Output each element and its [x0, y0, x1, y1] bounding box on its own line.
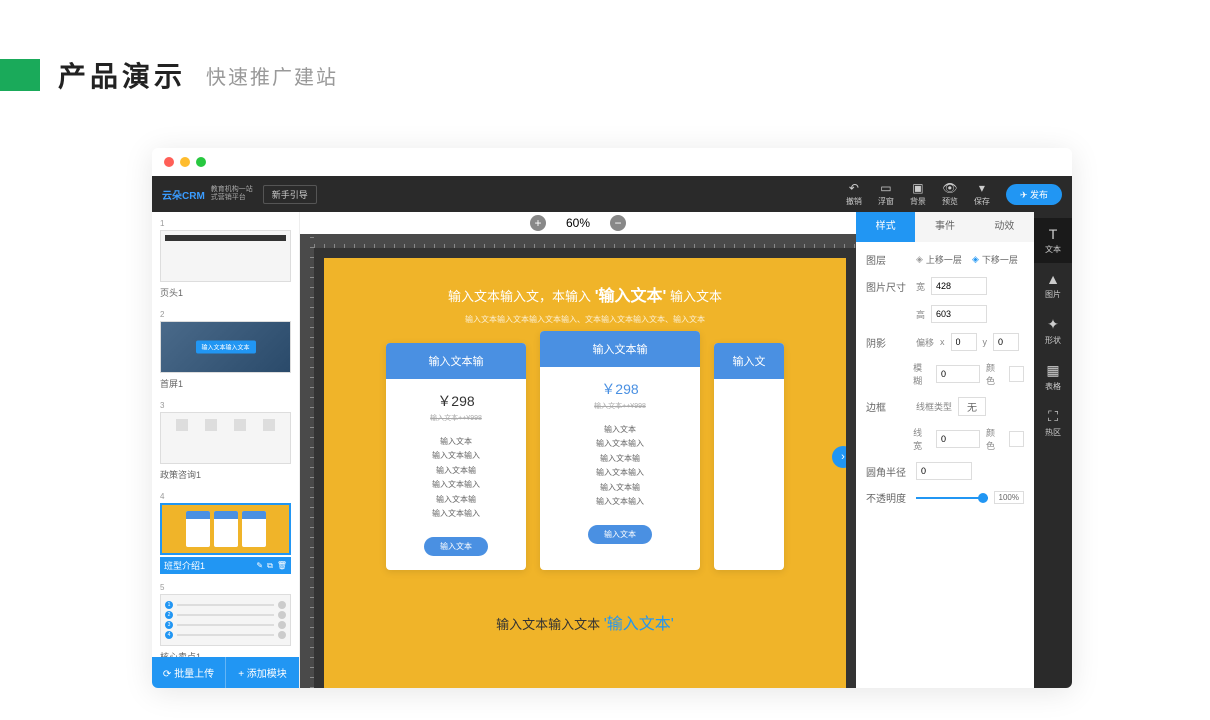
rail-hotspot[interactable]: ⛶热区 — [1034, 400, 1072, 446]
add-module-button[interactable]: + 添加模块 — [226, 657, 299, 688]
close-dot-icon[interactable] — [164, 157, 174, 167]
price-card-3[interactable]: 输入文 — [714, 343, 784, 570]
canvas-heading[interactable]: 输入文本输入文，本输入 '输入文本' 输入文本 — [324, 258, 846, 314]
shape-icon: ✦ — [1034, 316, 1072, 333]
width-input[interactable] — [931, 277, 987, 295]
save-icon: ▾ — [979, 181, 985, 195]
thumb-policy[interactable]: 3 政策咨询1 — [160, 400, 291, 483]
rail-text[interactable]: T文本 — [1034, 218, 1072, 263]
guide-button[interactable]: 新手引导 — [263, 185, 317, 204]
layer-up-button[interactable]: ◈上移一层 — [916, 253, 962, 266]
rail-image[interactable]: ▲图片 — [1034, 263, 1072, 308]
thumb-selling-points[interactable]: 5 1 2 3 4 核心卖点1 — [160, 582, 291, 657]
price-card-2[interactable]: 输入文本输 ￥298 输入文本++¥998 输入文本输入文本输入输入文本输 输入… — [540, 331, 700, 570]
zoom-in-button[interactable]: + — [530, 215, 546, 231]
layer-up-icon: ◈ — [916, 254, 923, 265]
next-card-button[interactable]: › — [832, 446, 846, 468]
properties-panel: 样式 事件 动效 图层 ◈上移一层 ◈下移一层 图片尺寸 宽 — [856, 212, 1034, 688]
shadow-blur-input[interactable] — [936, 365, 980, 383]
radius-input[interactable] — [916, 462, 972, 480]
pricing-cards: 输入文本输 ￥298 输入文本++¥998 输入文本输入文本输入输入文本输 输入… — [324, 343, 846, 570]
preview-button[interactable]: 👁预览 — [942, 181, 958, 207]
background-icon: ▣ — [912, 181, 923, 195]
height-input[interactable] — [931, 305, 987, 323]
logo-icon: 云朵CRM — [162, 187, 205, 202]
undo-icon: ↶ — [849, 181, 859, 195]
card-1-button[interactable]: 输入文本 — [424, 537, 488, 556]
hotspot-icon: ⛶ — [1034, 408, 1072, 425]
card-2-button[interactable]: 输入文本 — [588, 525, 652, 544]
layer-down-icon: ◈ — [972, 254, 979, 265]
layer-down-button[interactable]: ◈下移一层 — [972, 253, 1018, 266]
save-button[interactable]: ▾保存 — [974, 181, 990, 207]
tool-rail: T文本 ▲图片 ✦形状 ▦表格 ⛶热区 — [1034, 212, 1072, 688]
thumb-header[interactable]: 1 页头1 — [160, 218, 291, 301]
opacity-slider[interactable] — [916, 497, 988, 499]
tab-animation[interactable]: 动效 — [975, 212, 1034, 242]
thumb-classes[interactable]: 4 班型介绍1 ✎ ⧉ 🗑 — [160, 491, 291, 574]
table-icon: ▦ — [1034, 362, 1072, 379]
copy-icon[interactable]: ⧉ — [267, 561, 273, 571]
logo: 云朵CRM 教育机构一站式营销平台 — [162, 186, 253, 201]
tab-event[interactable]: 事件 — [915, 212, 974, 242]
publish-button[interactable]: ✈ 发布 — [1006, 184, 1062, 205]
page-subtitle: 快速推广建站 — [206, 61, 338, 90]
delete-icon[interactable]: 🗑 — [277, 561, 287, 571]
left-panel: 1 页头1 2 输入文本输入文本 首屏1 3 政策咨询1 4 — [152, 212, 300, 688]
text-icon: T — [1034, 226, 1072, 242]
thumb-hero[interactable]: 2 输入文本输入文本 首屏1 — [160, 309, 291, 392]
eye-icon: 👁 — [942, 181, 957, 195]
background-button[interactable]: ▣背景 — [910, 181, 926, 207]
ruler-vertical — [300, 234, 314, 688]
canvas-area: + 60% − 输入文本输入文，本输入 '输入文本' 输入文本 输入文本输入文本… — [300, 212, 856, 688]
float-icon: ▭ — [880, 181, 891, 195]
maximize-dot-icon[interactable] — [196, 157, 206, 167]
edit-icon[interactable]: ✎ — [256, 561, 263, 571]
accent-bar — [0, 59, 40, 91]
canvas-subheading[interactable]: 输入文本输入文本输入文本输入、文本输入文本输入文本、输入文本 — [324, 314, 846, 325]
undo-button[interactable]: ↶撤销 — [846, 181, 862, 207]
logo-tagline: 教育机构一站式营销平台 — [211, 186, 253, 201]
ruler-horizontal — [314, 234, 856, 248]
tab-style[interactable]: 样式 — [856, 212, 915, 242]
shadow-y-input[interactable] — [993, 333, 1019, 351]
image-icon: ▲ — [1034, 271, 1072, 287]
border-type-select[interactable]: 无 — [958, 397, 986, 416]
page-title: 产品演示 — [58, 55, 186, 95]
topbar: 云朵CRM 教育机构一站式营销平台 新手引导 ↶撤销 ▭浮窗 ▣背景 👁预览 ▾… — [152, 176, 1072, 212]
canvas-footer-text[interactable]: 输入文本输入文本 '输入文本' — [324, 610, 846, 634]
opacity-value: 100% — [994, 491, 1024, 504]
batch-upload-button[interactable]: ⟳ 批量上传 — [152, 657, 226, 688]
rail-shape[interactable]: ✦形状 — [1034, 308, 1072, 354]
zoom-bar: + 60% − — [300, 212, 856, 234]
shadow-color-picker[interactable] — [1009, 366, 1024, 382]
border-width-input[interactable] — [936, 430, 980, 448]
float-button[interactable]: ▭浮窗 — [878, 181, 894, 207]
shadow-x-input[interactable] — [951, 333, 977, 351]
canvas-content[interactable]: 输入文本输入文，本输入 '输入文本' 输入文本 输入文本输入文本输入文本输入、文… — [324, 258, 846, 688]
rail-table[interactable]: ▦表格 — [1034, 354, 1072, 400]
minimize-dot-icon[interactable] — [180, 157, 190, 167]
app-window: 云朵CRM 教育机构一站式营销平台 新手引导 ↶撤销 ▭浮窗 ▣背景 👁预览 ▾… — [152, 148, 1072, 688]
window-chrome — [152, 148, 1072, 176]
zoom-out-button[interactable]: − — [610, 215, 626, 231]
zoom-value: 60% — [566, 216, 590, 230]
price-card-1[interactable]: 输入文本输 ￥298 输入文本++¥998 输入文本输入文本输入输入文本输 输入… — [386, 343, 526, 570]
border-color-picker[interactable] — [1009, 431, 1024, 447]
